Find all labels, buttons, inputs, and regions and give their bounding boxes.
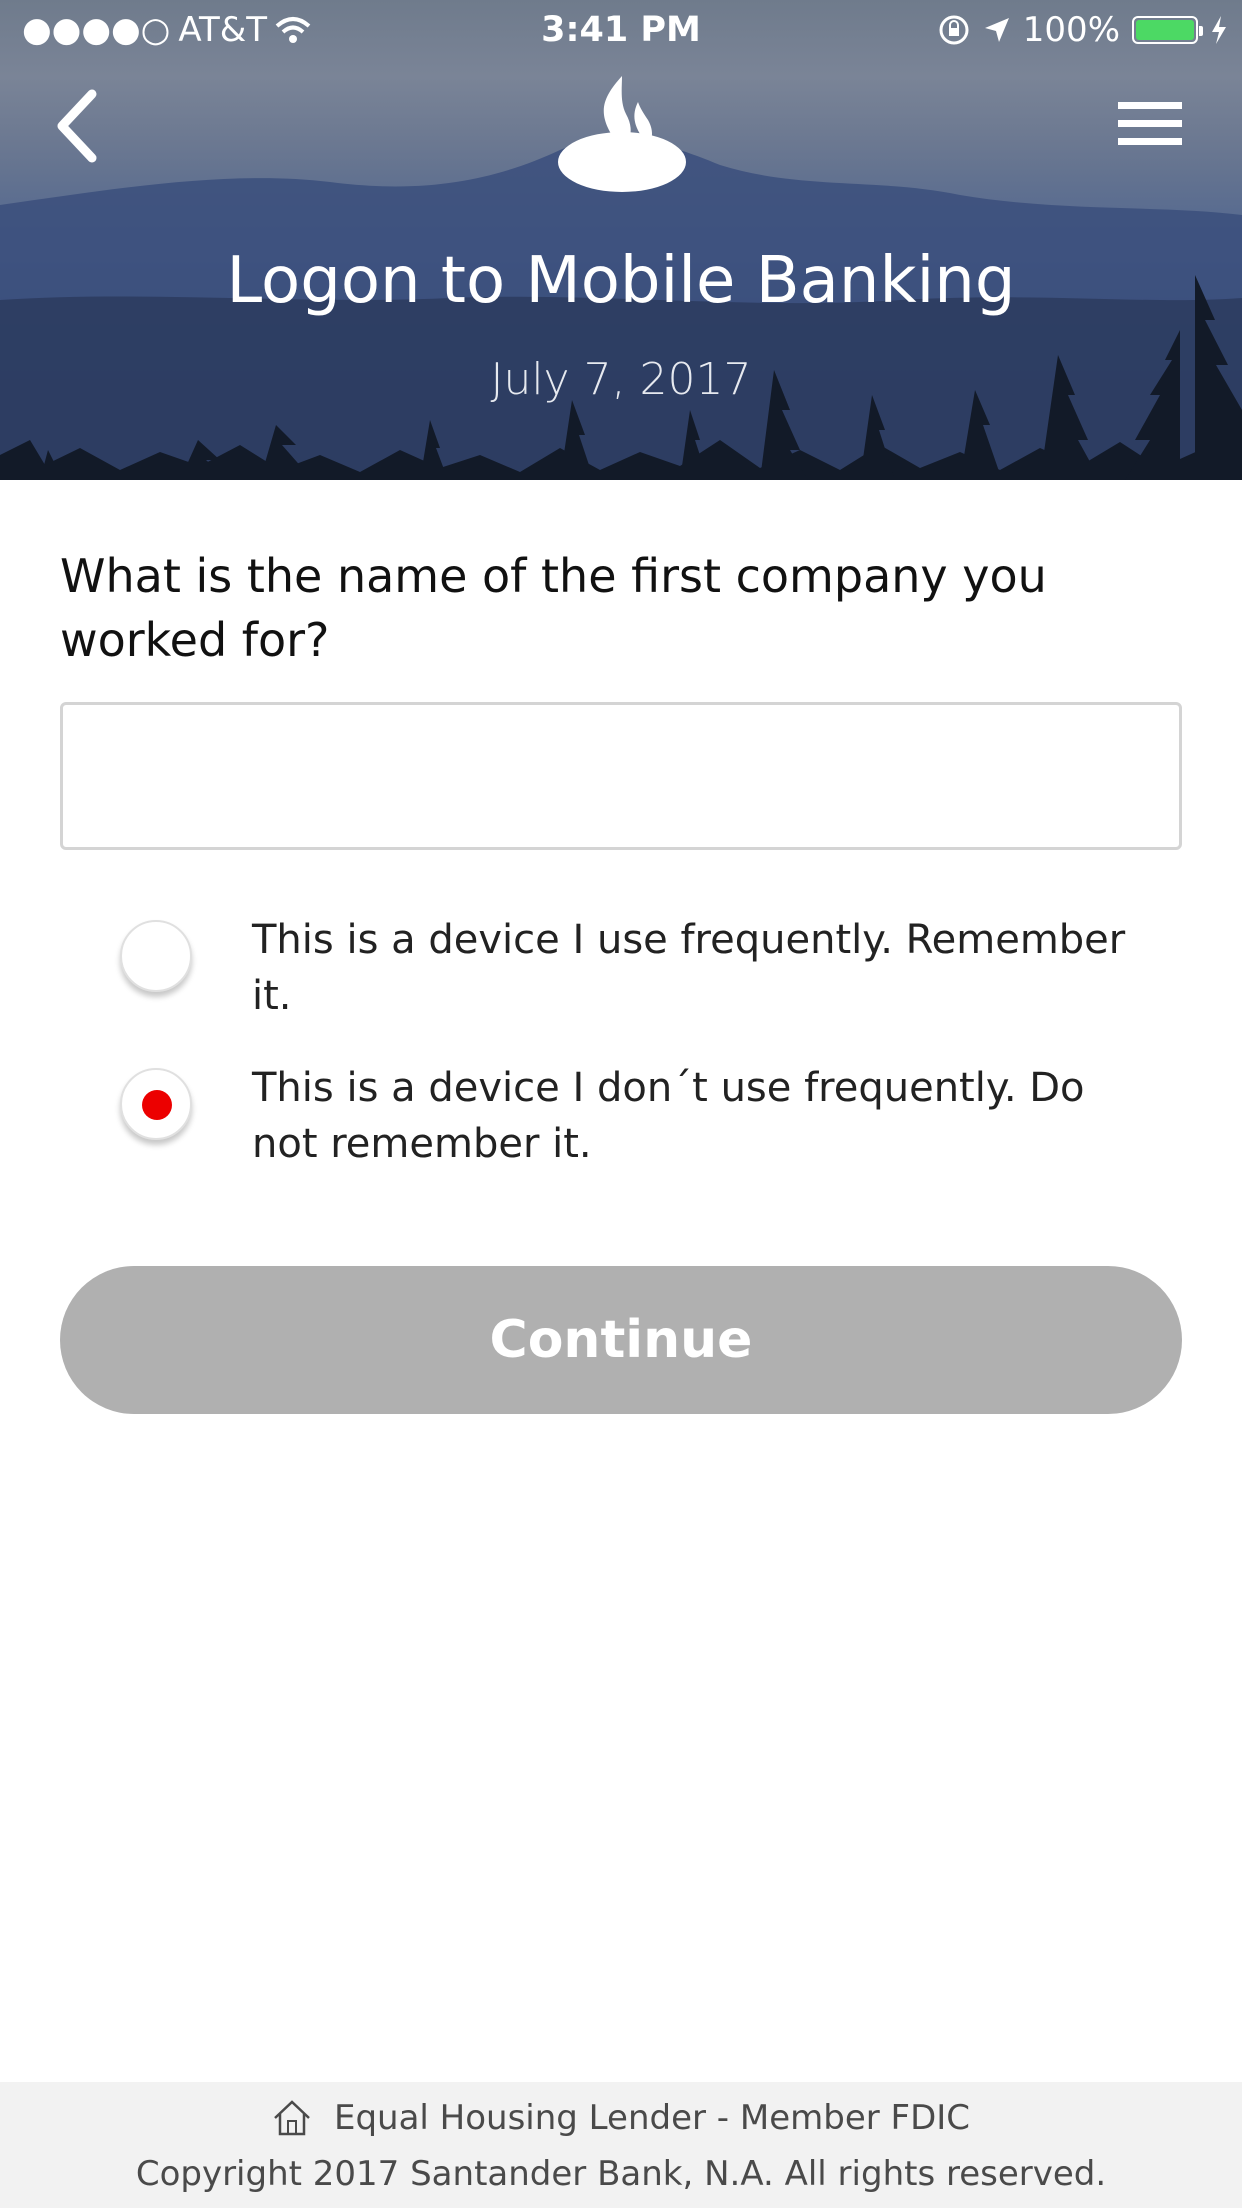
house-icon — [274, 2100, 310, 2136]
footer-copyright: Copyright 2017 Santander Bank, N.A. All … — [135, 2154, 1107, 2194]
back-button[interactable] — [50, 88, 110, 164]
do-not-remember-device-radio[interactable] — [120, 1068, 192, 1140]
santander-flame-logo — [552, 74, 692, 194]
page-title: Logon to Mobile Banking — [226, 244, 1016, 318]
battery-icon — [1132, 16, 1203, 44]
hamburger-menu-icon — [1118, 102, 1182, 145]
remember-device-radio[interactable] — [120, 920, 192, 992]
page-date: July 7, 2017 — [490, 354, 752, 405]
footer: Equal Housing Lender - Member FDIC Copyr… — [0, 2082, 1242, 2208]
menu-button[interactable] — [1112, 96, 1188, 152]
battery-percent: 100% — [1022, 10, 1120, 50]
security-answer-input[interactable] — [60, 702, 1182, 850]
footer-lender-text: Equal Housing Lender - Member FDIC — [333, 2098, 971, 2138]
chevron-left-icon — [57, 89, 97, 163]
remember-device-label[interactable]: This is a device I use frequently. Remem… — [252, 912, 1152, 1024]
continue-button[interactable]: Continue — [60, 1266, 1182, 1414]
do-not-remember-device-label[interactable]: This is a device I don´t use frequently.… — [252, 1060, 1152, 1172]
location-arrow-icon — [984, 18, 1009, 42]
charging-bolt-icon — [1212, 16, 1226, 44]
header-banner: ●●●●○ AT&T 3:41 PM 100% Logon to Mobile … — [0, 0, 1242, 480]
security-question: What is the name of the first company yo… — [60, 549, 1047, 667]
radio-selected-indicator — [142, 1090, 172, 1120]
mountain-forest-background — [0, 138, 1242, 480]
status-bar: ●●●●○ AT&T 3:41 PM 100% — [0, 0, 1242, 60]
rotation-lock-icon — [939, 15, 969, 45]
